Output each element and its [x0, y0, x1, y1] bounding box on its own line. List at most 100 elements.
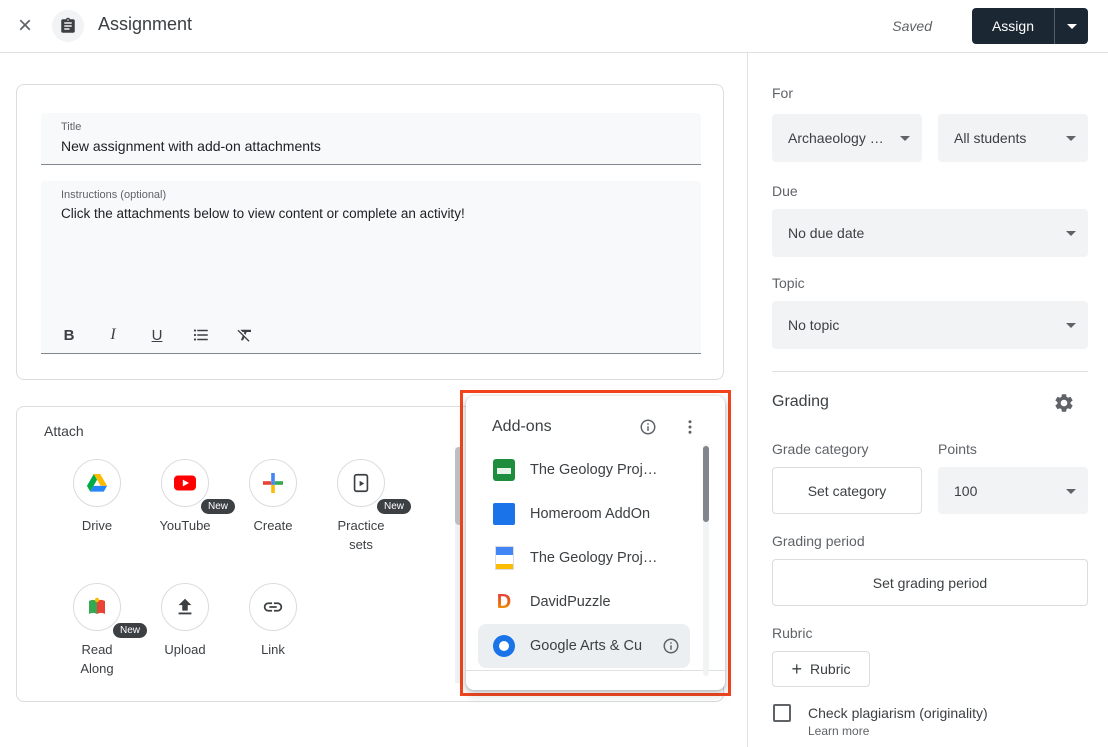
learn-more-link[interactable]: Learn more	[808, 724, 869, 738]
topic-label: Topic	[772, 275, 805, 291]
underline-button[interactable]: U	[147, 325, 167, 345]
class-select-value: Archaeology …	[788, 130, 884, 146]
clear-formatting-button[interactable]	[235, 325, 255, 345]
instructions-field-label: Instructions (optional)	[61, 189, 166, 201]
attach-item-label: Upload	[164, 641, 205, 660]
set-category-button[interactable]: Set category	[772, 467, 922, 514]
new-badge: New	[113, 623, 147, 638]
attach-item-label: Create	[253, 517, 292, 536]
addon-item-homeroom[interactable]: Homeroom AddOn	[478, 492, 690, 536]
chevron-down-icon	[1066, 489, 1076, 494]
plus-icon: +	[792, 660, 803, 678]
addons-title: Add-ons	[492, 418, 552, 436]
addon-item-geology-1[interactable]: The Geology Proj…	[478, 448, 690, 492]
chevron-down-icon	[1066, 136, 1076, 141]
attach-row-1: Drive New YouTube	[53, 459, 405, 555]
topic-value: No topic	[788, 317, 839, 333]
scrollbar-thumb[interactable]	[703, 446, 709, 522]
addon-item-label: Homeroom AddOn	[530, 506, 650, 522]
chevron-down-icon	[1066, 323, 1076, 328]
attach-link-button[interactable]: Link	[229, 583, 317, 679]
plagiarism-label: Check plagiarism (originality)	[808, 705, 988, 721]
rubric-button-label: Rubric	[810, 661, 850, 677]
class-select[interactable]: Archaeology …	[772, 114, 922, 162]
read-along-icon	[73, 583, 121, 631]
grading-section-title: Grading	[772, 393, 829, 411]
gear-icon[interactable]	[1053, 392, 1075, 414]
plagiarism-checkbox[interactable]	[773, 704, 791, 722]
attach-drive-button[interactable]: Drive	[53, 459, 141, 555]
info-icon[interactable]	[639, 418, 657, 436]
italic-button[interactable]: I	[103, 325, 123, 345]
set-category-label: Set category	[808, 483, 887, 499]
attach-read-along-button[interactable]: New Read Along	[53, 583, 141, 679]
new-badge: New	[201, 499, 235, 514]
due-label: Due	[772, 183, 798, 199]
attach-item-label: Read Along	[65, 641, 129, 679]
assign-dropdown-button[interactable]	[1054, 8, 1088, 44]
kebab-menu-icon[interactable]	[681, 418, 699, 436]
topic-select[interactable]: No topic	[772, 301, 1088, 349]
youtube-icon	[161, 459, 209, 507]
attach-item-label: Practice sets	[329, 517, 393, 555]
dialog-header: × Assignment Saved Assign	[0, 0, 1108, 53]
attach-upload-button[interactable]: Upload	[141, 583, 229, 679]
bulleted-list-button[interactable]	[191, 325, 211, 345]
google-arts-culture-icon	[492, 634, 516, 658]
google-drive-icon	[73, 459, 121, 507]
points-value: 100	[954, 483, 977, 499]
practice-sets-icon	[337, 459, 385, 507]
geology-project-icon	[492, 458, 516, 482]
assignment-form-card: Title New assignment with add-on attachm…	[16, 84, 724, 380]
addons-popup: Add-ons The Geology Proj… Homeroom AddOn…	[466, 396, 725, 690]
points-select[interactable]: 100	[938, 467, 1088, 514]
instructions-field-value: Click the attachments below to view cont…	[61, 206, 465, 221]
for-label: For	[772, 85, 793, 101]
addon-item-google-arts-culture[interactable]: Google Arts & Cu	[478, 624, 690, 668]
due-date-select[interactable]: No due date	[772, 209, 1088, 257]
attach-practice-sets-button[interactable]: New Practice sets	[317, 459, 405, 555]
addons-scrollbar[interactable]	[703, 444, 709, 676]
attach-create-button[interactable]: Create	[229, 459, 317, 555]
link-icon	[249, 583, 297, 631]
grade-category-label: Grade category	[772, 441, 869, 457]
title-field-value: New assignment with add-on attachments	[61, 138, 321, 154]
chevron-down-icon	[1067, 24, 1077, 29]
divider	[772, 371, 1088, 372]
bold-button[interactable]: B	[59, 325, 79, 345]
close-icon[interactable]: ×	[12, 13, 38, 39]
assignment-icon	[52, 10, 84, 42]
divider	[747, 53, 748, 747]
info-icon[interactable]	[662, 637, 680, 655]
homeroom-addon-icon	[492, 502, 516, 526]
new-badge: New	[377, 499, 411, 514]
attach-item-label: YouTube	[159, 517, 210, 536]
addon-item-davidpuzzle[interactable]: D DavidPuzzle	[478, 580, 690, 624]
set-grading-period-label: Set grading period	[873, 575, 987, 591]
attach-item-label: Link	[261, 641, 285, 660]
geology-doc-icon	[492, 546, 516, 570]
addon-item-label: Google Arts & Cu	[530, 638, 642, 654]
attach-row-2: New Read Along Upload Link	[53, 583, 317, 679]
addon-item-label: The Geology Proj…	[530, 462, 657, 478]
upload-icon	[161, 583, 209, 631]
addon-item-geology-2[interactable]: The Geology Proj…	[478, 536, 690, 580]
saved-status: Saved	[892, 18, 932, 34]
addon-item-label: The Geology Proj…	[530, 550, 657, 566]
rubric-label: Rubric	[772, 625, 812, 641]
title-field-label: Title	[61, 121, 81, 133]
page-title: Assignment	[98, 14, 192, 35]
instructions-input[interactable]: Instructions (optional) Click the attach…	[41, 181, 701, 354]
assign-split-button: Assign	[972, 8, 1088, 44]
attach-youtube-button[interactable]: New YouTube	[141, 459, 229, 555]
title-input[interactable]: Title New assignment with add-on attachm…	[41, 113, 701, 165]
google-plus-icon	[249, 459, 297, 507]
attach-section-label: Attach	[44, 423, 84, 439]
students-select[interactable]: All students	[938, 114, 1088, 162]
assign-button[interactable]: Assign	[972, 8, 1054, 44]
set-grading-period-button[interactable]: Set grading period	[772, 559, 1088, 606]
students-select-value: All students	[954, 130, 1026, 146]
addon-item-label: DavidPuzzle	[530, 594, 611, 610]
due-date-value: No due date	[788, 225, 864, 241]
add-rubric-button[interactable]: + Rubric	[772, 651, 870, 687]
